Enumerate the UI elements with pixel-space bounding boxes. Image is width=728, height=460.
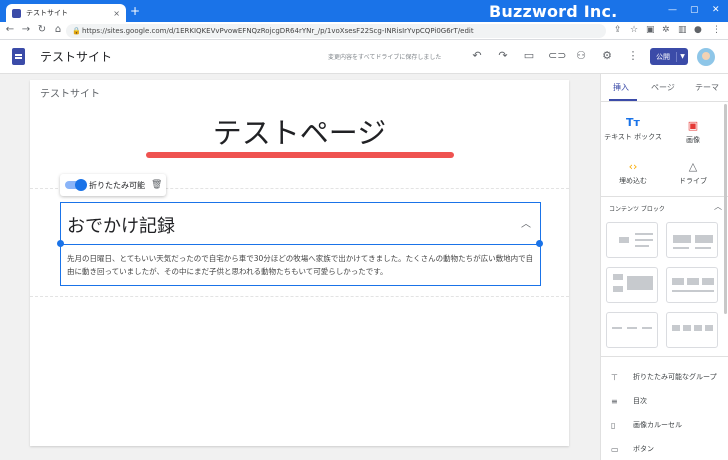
embed-icon: ‹› [628, 160, 638, 173]
avatar[interactable] [697, 48, 715, 66]
insert-table-of-contents[interactable]: ≡ 目次 [611, 396, 647, 406]
insert-button[interactable]: ▭ ボタン [611, 444, 654, 454]
tab-title: テストサイト [26, 9, 68, 17]
layout-block-6[interactable] [666, 312, 718, 348]
window-close-icon[interactable]: ✕ [712, 5, 720, 15]
minimize-icon[interactable]: — [668, 5, 677, 15]
insert-collapsible-group[interactable]: ⊤ 折りたたみ可能なグループ [611, 372, 717, 382]
back-icon[interactable]: ← [4, 24, 16, 35]
collapsible-group[interactable]: おでかけ記録 ︿ 先月の日曜日、とてもいい天気だったので自宅から車で30分ほどの… [60, 202, 541, 286]
maximize-icon[interactable]: ▢ [690, 5, 699, 15]
title-underline [146, 152, 454, 158]
toc-icon: ≡ [611, 396, 618, 406]
browser-tab[interactable]: テストサイト × [6, 4, 126, 22]
content-blocks-header[interactable]: コンテンツ ブロック [609, 204, 665, 213]
sites-favicon-icon [12, 8, 21, 18]
insert-embed-label: 埋め込む [619, 177, 647, 185]
site-name[interactable]: テストサイト [40, 48, 112, 65]
collapsible-group-icon: ⊤ [611, 372, 618, 382]
button-label: ボタン [633, 445, 654, 453]
redo-icon[interactable]: ↷ [496, 49, 510, 62]
sites-header: テストサイト 変更内容をすべてドライブに保存しました ↶ ↷ ▭ ⊂⊃ ⚇ ⚙ … [0, 40, 728, 74]
collapsible-title[interactable]: おでかけ記録 [67, 212, 175, 238]
save-status: 変更内容をすべてドライブに保存しました [328, 54, 442, 61]
sites-logo-icon[interactable] [12, 48, 25, 65]
browser-menu-icon[interactable]: ⋮ [712, 25, 721, 35]
resize-handle-right[interactable] [536, 240, 543, 247]
tab-close-icon[interactable]: × [113, 9, 120, 18]
brand-watermark: Buzzword Inc. [489, 2, 618, 21]
insert-text-box[interactable]: Tт テキスト ボックス [603, 116, 663, 142]
collapsible-body[interactable]: 先月の日曜日、とてもいい天気だったので自宅から車で30分ほどの牧場へ家族で出かけ… [67, 252, 537, 278]
sidepanel-icon[interactable]: ▥ [678, 25, 687, 35]
publish-label: 公開 [650, 51, 677, 62]
tab-themes[interactable]: テーマ [695, 82, 719, 93]
preview-icon[interactable]: ▭ [522, 49, 536, 62]
insert-image[interactable]: ▣ 画像 [663, 119, 723, 145]
chevron-down-icon[interactable]: ▼ [677, 53, 688, 60]
browser-tab-strip: テストサイト × + Buzzword Inc. — ▢ ✕ [0, 0, 728, 22]
browser-toolbar: ← → ↻ ⌂ 🔒 https://sites.google.com/d/1ER… [0, 22, 728, 40]
tab-pages[interactable]: ページ [651, 82, 675, 93]
carousel-label: 画像カルーセル [633, 421, 682, 429]
extension-icon[interactable]: ▣ [646, 25, 655, 35]
home-icon[interactable]: ⌂ [52, 24, 64, 35]
insert-text-box-label: テキスト ボックス [604, 133, 662, 141]
layout-block-5[interactable] [606, 312, 658, 348]
collapsible-toolbar: 折りたたみ可能 🗑 [60, 174, 166, 196]
tabs-border [601, 101, 728, 102]
new-tab-button[interactable]: + [130, 4, 140, 18]
more-icon[interactable]: ⋮ [626, 49, 640, 62]
insert-image-carousel[interactable]: ▯ 画像カルーセル [611, 420, 682, 430]
section-divider [30, 296, 569, 297]
chevron-up-icon[interactable]: ︿ [714, 201, 722, 212]
collapsible-divider [61, 244, 540, 245]
page-canvas: テストサイト テストページ 折りたたみ可能 🗑 おでかけ記録 ︿ 先月の日曜日、… [30, 80, 569, 446]
lock-icon: 🔒 [72, 27, 81, 35]
publish-button[interactable]: 公開 ▼ [650, 48, 688, 65]
collapsible-toggle-label: 折りたたみ可能 [89, 180, 145, 190]
settings-icon[interactable]: ⚙ [600, 49, 614, 62]
forward-icon[interactable]: → [20, 24, 32, 35]
panel-scrollbar[interactable] [724, 104, 727, 314]
insert-embed[interactable]: ‹› 埋め込む [603, 160, 663, 186]
share-icon[interactable]: ⚇ [574, 49, 588, 62]
resize-handle-left[interactable] [57, 240, 64, 247]
collapsible-group-label: 折りたたみ可能なグループ [633, 373, 717, 381]
layout-block-4[interactable] [666, 267, 718, 303]
carousel-icon: ▯ [611, 420, 616, 430]
undo-icon[interactable]: ↶ [470, 49, 484, 62]
collapsible-toggle[interactable] [65, 179, 87, 191]
address-bar[interactable]: 🔒 https://sites.google.com/d/1ERKIQKEVvP… [66, 24, 606, 38]
insert-image-label: 画像 [686, 136, 700, 144]
insert-drive[interactable]: △ ドライブ [663, 160, 723, 186]
text-box-icon: Tт [626, 116, 640, 129]
layout-block-2[interactable] [666, 222, 718, 258]
tab-insert[interactable]: 挿入 [613, 82, 629, 93]
page-title[interactable]: テストページ [30, 110, 569, 152]
toc-label: 目次 [633, 397, 647, 405]
chevron-up-icon[interactable]: ︿ [521, 215, 531, 230]
button-icon: ▭ [611, 444, 619, 454]
insert-panel: 挿入 ページ テーマ Tт テキスト ボックス ▣ 画像 ‹› 埋め込む △ ド… [600, 74, 728, 460]
profile-icon[interactable]: ● [694, 25, 702, 35]
page-site-title[interactable]: テストサイト [40, 85, 100, 100]
reload-icon[interactable]: ↻ [36, 24, 48, 35]
layout-block-3[interactable] [606, 267, 658, 303]
link-icon[interactable]: ⊂⊃ [548, 49, 566, 62]
drive-icon: △ [688, 160, 698, 173]
bookmark-star-icon[interactable]: ☆ [630, 25, 638, 35]
panel-divider [601, 356, 728, 357]
delete-icon[interactable]: 🗑 [151, 180, 162, 190]
panel-divider [601, 196, 728, 197]
url-text: https://sites.google.com/d/1ERKIQKEVvPvo… [82, 27, 474, 35]
image-icon: ▣ [687, 119, 699, 132]
share-page-icon[interactable]: ⇪ [614, 25, 622, 35]
layout-block-1[interactable] [606, 222, 658, 258]
puzzle-icon[interactable]: ✲ [662, 25, 670, 35]
insert-drive-label: ドライブ [679, 177, 707, 185]
